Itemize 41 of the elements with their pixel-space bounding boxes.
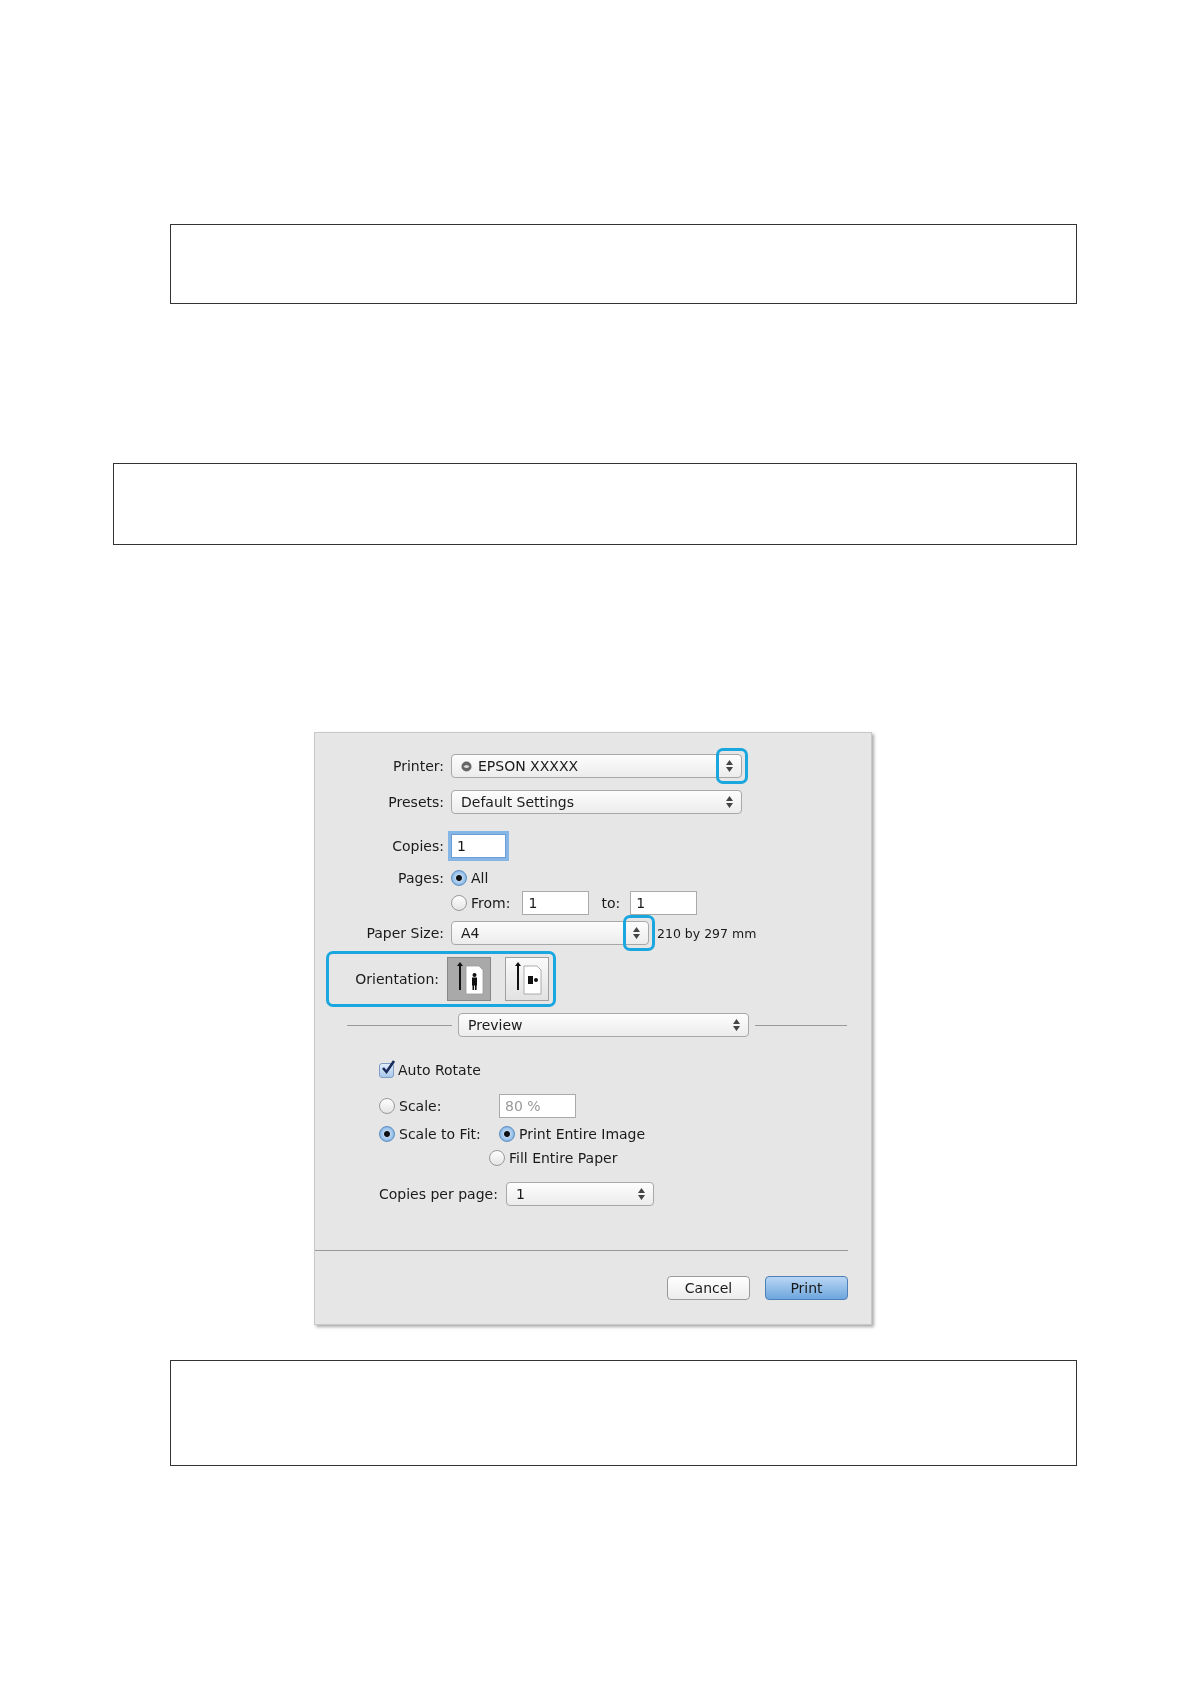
radio-label: Fill Entire Paper <box>509 1150 618 1166</box>
to-label: to: <box>601 895 621 911</box>
landscape-button[interactable] <box>505 957 549 1001</box>
stepper-icon <box>637 1188 645 1200</box>
checkbox-label: Auto Rotate <box>398 1062 481 1078</box>
cancel-button[interactable]: Cancel <box>667 1276 750 1300</box>
portrait-button[interactable] <box>447 957 491 1001</box>
radio-label: Scale: <box>399 1098 443 1114</box>
printer-label: Printer: <box>391 758 445 774</box>
radio-label: Scale to Fit: <box>399 1126 482 1142</box>
copies-field[interactable]: 1 <box>451 834 506 858</box>
paper-size-label: Paper Size: <box>365 925 445 941</box>
radio-button[interactable] <box>489 1150 505 1166</box>
radio-label: All <box>471 870 489 886</box>
radio-button[interactable] <box>451 870 467 886</box>
stepper-icon <box>726 760 733 772</box>
paper-size-popup[interactable]: A4 <box>451 921 649 945</box>
stepper-icon <box>726 796 733 808</box>
to-page-field[interactable]: 1 <box>630 891 698 915</box>
radio-button[interactable] <box>451 895 467 911</box>
section-popup[interactable]: Preview <box>458 1013 749 1037</box>
printer-status-icon <box>461 760 472 772</box>
from-page-field[interactable]: 1 <box>522 891 590 915</box>
printer-popup[interactable]: EPSON XXXXX <box>451 754 742 778</box>
copies-label: Copies: <box>391 838 445 854</box>
copies-per-page-label: Copies per page: <box>379 1186 498 1202</box>
radio-button[interactable] <box>379 1126 395 1142</box>
paper-dimensions: 210 by 297 mm <box>657 925 757 941</box>
stepper-icon <box>633 927 640 939</box>
presets-label: Presets: <box>387 794 445 810</box>
radio-button[interactable] <box>499 1126 515 1142</box>
copies-per-page-popup[interactable]: 1 <box>505 1182 654 1206</box>
radio-button[interactable] <box>379 1098 395 1114</box>
stepper-icon <box>733 1019 740 1031</box>
radio-label: Print Entire Image <box>519 1126 646 1142</box>
presets-popup[interactable]: Default Settings <box>451 790 742 814</box>
orientation-label: Orientation: <box>354 971 439 987</box>
print-button[interactable]: Print <box>765 1276 848 1300</box>
checkbox[interactable] <box>379 1062 394 1078</box>
radio-label: From: <box>471 895 511 911</box>
pages-label: Pages: <box>397 870 445 886</box>
